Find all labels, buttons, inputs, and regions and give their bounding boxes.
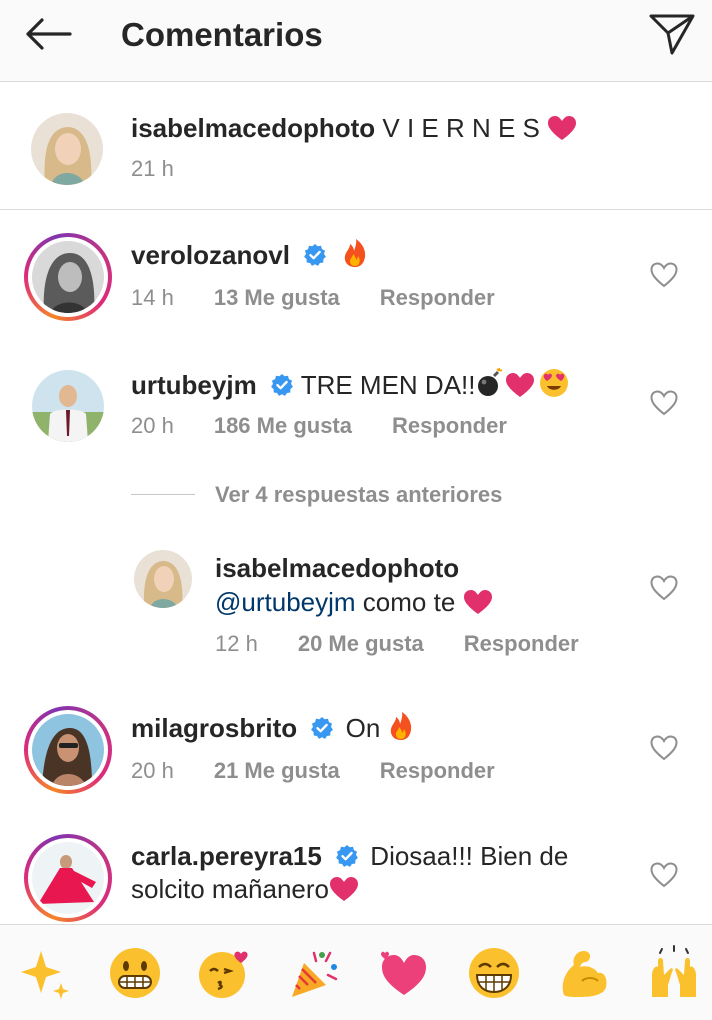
comment-time: 20 h xyxy=(131,413,174,438)
comment-text-line-2: solcito mañanero xyxy=(131,872,359,906)
likes-count-button[interactable]: 13 Me gusta xyxy=(214,284,340,312)
beaming-face-emoji-icon[interactable] xyxy=(466,945,522,1001)
comment-text: On xyxy=(345,713,381,743)
arrow-left-icon xyxy=(26,18,72,50)
caption-time: 21 h xyxy=(131,156,174,181)
avatar[interactable] xyxy=(32,370,104,442)
post-caption: isabelmacedophoto V I E R N E S 21 h xyxy=(0,83,712,210)
comment-text-line: carla.pereyra15 Diosaa!!! Bien de xyxy=(131,839,568,873)
like-heart-icon[interactable] xyxy=(650,862,678,888)
kissing-face-emoji-icon[interactable] xyxy=(196,945,252,1001)
comment-text: Diosaa!!! Bien de xyxy=(370,841,569,871)
caption-text-line: isabelmacedophoto V I E R N E S xyxy=(131,111,577,145)
comment-text-line: milagrosbrito On xyxy=(131,711,414,745)
like-heart-icon[interactable] xyxy=(650,735,678,761)
comment-time: 20 h xyxy=(131,758,174,783)
reply-text: como te xyxy=(362,587,456,617)
heart-emoji-icon xyxy=(548,116,577,140)
verified-badge-icon xyxy=(336,845,358,867)
avatar-story-ring[interactable] xyxy=(24,233,112,321)
likes-count-button[interactable]: 20 Me gusta xyxy=(298,630,424,658)
sparkles-emoji-icon[interactable] xyxy=(17,945,73,1001)
comment-username[interactable]: urtubeyjm xyxy=(131,370,257,400)
heart-emoji-icon xyxy=(330,877,358,901)
grinning-face-emoji-icon[interactable] xyxy=(107,945,163,1001)
raising-hands-emoji-icon[interactable] xyxy=(646,945,702,1001)
comment-text-line: verolozanovl xyxy=(131,238,368,272)
comment-meta: 20 h 21 Me gusta Responder xyxy=(131,757,495,785)
comment-meta: 20 h 186 Me gusta Responder xyxy=(131,412,507,440)
verified-badge-icon xyxy=(311,717,334,739)
top-bar: Comentarios xyxy=(0,0,712,82)
caption-meta: 21 h xyxy=(131,155,174,183)
avatar[interactable] xyxy=(134,550,192,608)
avatar-story-ring[interactable] xyxy=(24,834,112,922)
comment-text-continued: solcito mañanero xyxy=(131,874,329,904)
likes-count-button[interactable]: 186 Me gusta xyxy=(214,412,352,440)
likes-count-button[interactable]: 21 Me gusta xyxy=(214,757,340,785)
reply-meta: 12 h 20 Me gusta Responder xyxy=(215,630,579,658)
comment-username[interactable]: carla.pereyra15 xyxy=(131,841,322,871)
party-popper-emoji-icon[interactable] xyxy=(286,945,342,1001)
comment-username[interactable]: verolozanovl xyxy=(131,240,290,270)
heart-eyes-emoji-icon xyxy=(540,369,569,397)
view-replies-label: Ver 4 respuestas anteriores xyxy=(215,482,503,507)
emoji-quick-bar xyxy=(0,924,712,1020)
reply-button[interactable]: Responder xyxy=(380,284,495,312)
fire-emoji-icon xyxy=(390,712,411,740)
like-heart-icon[interactable] xyxy=(650,575,678,601)
bomb-emoji-icon xyxy=(478,367,503,396)
reply-text-line: @urtubeyjm como te xyxy=(215,585,493,619)
flexed-biceps-emoji-icon[interactable] xyxy=(556,945,612,1001)
comment-text-line: urtubeyjm TRE MEN DA!! xyxy=(131,366,571,402)
avatar[interactable] xyxy=(31,113,103,185)
caption-username[interactable]: isabelmacedophoto xyxy=(131,113,375,143)
heart-emoji-icon xyxy=(506,373,535,397)
avatar xyxy=(32,714,104,786)
comment-text: TRE MEN DA!! xyxy=(300,370,476,400)
avatar xyxy=(32,842,104,914)
reply-username-line: isabelmacedophoto xyxy=(215,551,459,585)
like-heart-icon[interactable] xyxy=(650,390,678,416)
avatar-story-ring[interactable] xyxy=(24,706,112,794)
reply-time: 12 h xyxy=(215,631,258,656)
reply-button[interactable]: Responder xyxy=(464,630,579,658)
avatar xyxy=(32,241,104,313)
verified-badge-icon xyxy=(304,244,327,266)
mention-link[interactable]: @urtubeyjm xyxy=(215,587,356,617)
like-heart-icon[interactable] xyxy=(650,262,678,288)
caption-text: V I E R N E S xyxy=(382,113,540,143)
paper-plane-icon xyxy=(649,14,695,55)
direct-message-button[interactable] xyxy=(648,12,696,56)
reply-button[interactable]: Responder xyxy=(392,412,507,440)
verified-badge-icon xyxy=(271,374,293,396)
comment-meta: 14 h 13 Me gusta Responder xyxy=(131,284,495,312)
divider xyxy=(131,494,195,495)
two-hearts-emoji-icon[interactable] xyxy=(376,945,432,1001)
reply-button[interactable]: Responder xyxy=(380,757,495,785)
comment-time: 14 h xyxy=(131,285,174,310)
heart-emoji-icon xyxy=(463,590,492,614)
fire-emoji-icon xyxy=(345,239,366,267)
back-button[interactable] xyxy=(20,14,76,54)
page-title: Comentarios xyxy=(121,16,323,53)
reply-username[interactable]: isabelmacedophoto xyxy=(215,553,459,583)
comment-username[interactable]: milagrosbrito xyxy=(131,713,297,743)
